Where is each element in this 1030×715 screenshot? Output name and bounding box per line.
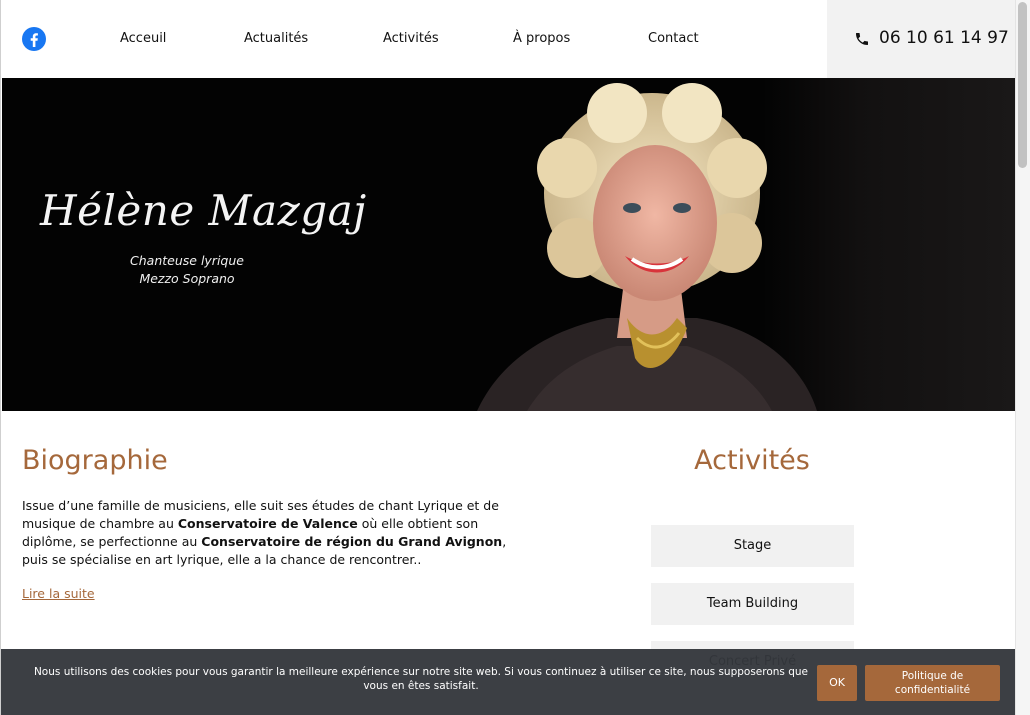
biography-bold-valence: Conservatoire de Valence bbox=[177, 516, 358, 531]
hero-banner: Hélène Mazgaj Chanteuse lyrique Mezzo So… bbox=[2, 78, 1016, 411]
cookie-message: Nous utilisons des cookies pour vous gar… bbox=[33, 666, 809, 692]
activity-stage-button[interactable]: Stage bbox=[651, 525, 854, 567]
nav-home[interactable]: Acceuil bbox=[120, 31, 166, 46]
phone-icon bbox=[856, 33, 868, 45]
nav-activities[interactable]: Activités bbox=[383, 31, 439, 46]
privacy-policy-button[interactable]: Politique de confidentialité bbox=[865, 665, 1000, 701]
hero-subtitle-line2: Mezzo Soprano bbox=[139, 271, 235, 286]
cookie-banner: Nous utilisons des cookies pour vous gar… bbox=[1, 649, 1016, 715]
nav-contact[interactable]: Contact bbox=[648, 31, 699, 46]
phone-number: 06 10 61 14 97 bbox=[879, 28, 1009, 48]
read-more-link[interactable]: Lire la suite bbox=[22, 586, 95, 601]
biography-text: Issue d’une famille de musiciens, elle s… bbox=[22, 497, 512, 569]
phone-contact[interactable]: 06 10 61 14 97 bbox=[827, 0, 1016, 78]
facebook-icon[interactable] bbox=[22, 27, 46, 51]
hero-name: Hélène Mazgaj bbox=[40, 186, 367, 235]
singer-portrait bbox=[477, 83, 817, 411]
page: Acceuil Actualités Activités À propos Co… bbox=[0, 0, 1016, 715]
activity-team-building-button[interactable]: Team Building bbox=[651, 583, 854, 625]
cookie-ok-button[interactable]: OK bbox=[817, 665, 857, 701]
nav-about[interactable]: À propos bbox=[513, 31, 570, 46]
activities-title: Activités bbox=[694, 445, 810, 476]
biography-title: Biographie bbox=[22, 445, 168, 476]
site-header: Acceuil Actualités Activités À propos Co… bbox=[1, 0, 1016, 78]
nav-news[interactable]: Actualités bbox=[244, 31, 308, 46]
biography-bold-avignon: Conservatoire de région du Grand Avignon bbox=[201, 534, 503, 549]
scrollbar-thumb[interactable] bbox=[1018, 2, 1027, 168]
hero-subtitle-line1: Chanteuse lyrique bbox=[130, 253, 244, 268]
